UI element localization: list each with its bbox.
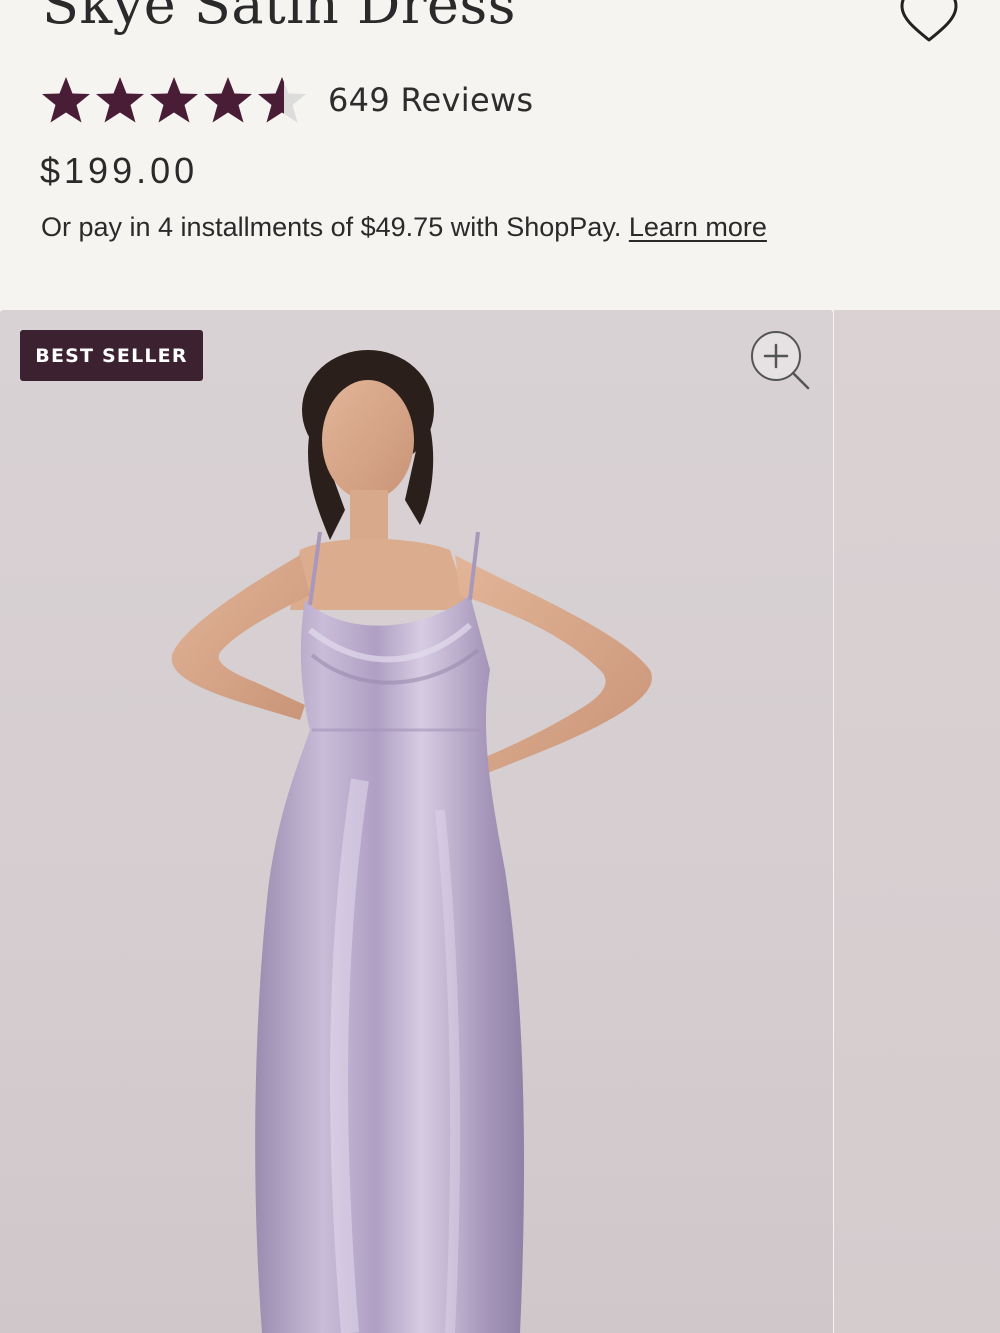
star-icon [150, 77, 198, 123]
gallery-slide-next[interactable] [834, 310, 1000, 1333]
star-rating [40, 74, 308, 126]
best-seller-badge: BEST SELLER [20, 330, 203, 381]
star-icon [96, 77, 144, 123]
star-icon [42, 77, 90, 123]
magnifier-plus-icon [751, 331, 810, 390]
learn-more-link[interactable]: Learn more [629, 212, 767, 242]
installments-text: Or pay in 4 installments of $49.75 with … [41, 212, 622, 242]
zoom-button[interactable] [748, 328, 814, 394]
product-title: Skye Satin Dress [42, 0, 516, 36]
star-icon [204, 77, 252, 123]
heart-outline-icon [900, 0, 958, 42]
product-price: $199.00 [40, 150, 199, 191]
wishlist-button[interactable] [896, 0, 962, 46]
gallery-slide-main[interactable]: BEST SELLER [0, 310, 833, 1333]
star-half-icon [258, 77, 306, 123]
product-gallery[interactable]: BEST SELLER [0, 310, 1000, 1333]
rating-row[interactable]: 649 Reviews [40, 72, 533, 128]
installments-note: Or pay in 4 installments of $49.75 with … [41, 212, 767, 243]
reviews-link[interactable]: 649 Reviews [328, 81, 533, 119]
product-page: Skye Satin Dress 649 Reviews $199.00 Or … [0, 0, 1000, 1333]
product-photo [171, 350, 652, 1333]
